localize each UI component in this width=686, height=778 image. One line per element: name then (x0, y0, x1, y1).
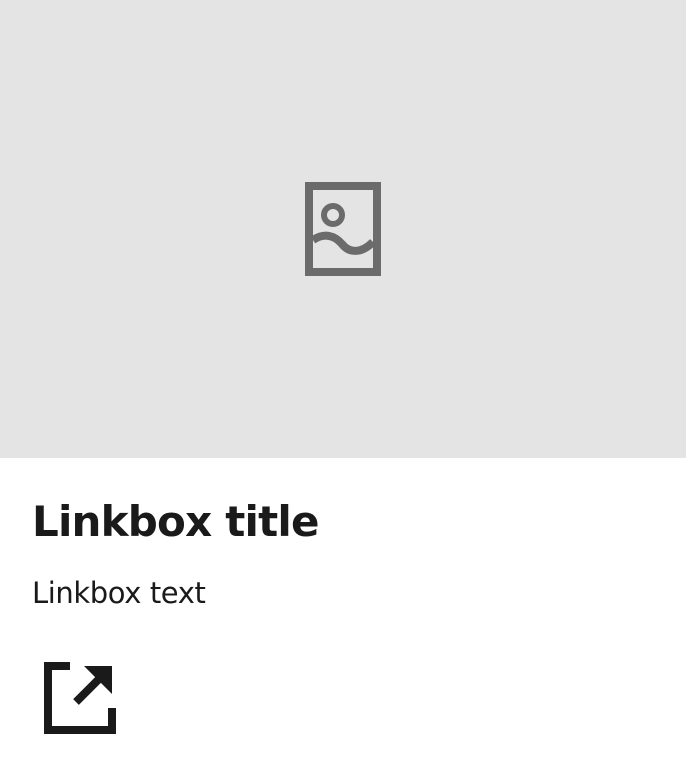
image-placeholder-icon (305, 182, 381, 276)
linkbox-card[interactable]: Linkbox title Linkbox text (0, 0, 686, 778)
linkbox-text: Linkbox text (32, 576, 206, 610)
external-link-icon[interactable] (44, 662, 116, 734)
linkbox-image-placeholder (0, 0, 686, 458)
linkbox-title: Linkbox title (32, 497, 319, 546)
